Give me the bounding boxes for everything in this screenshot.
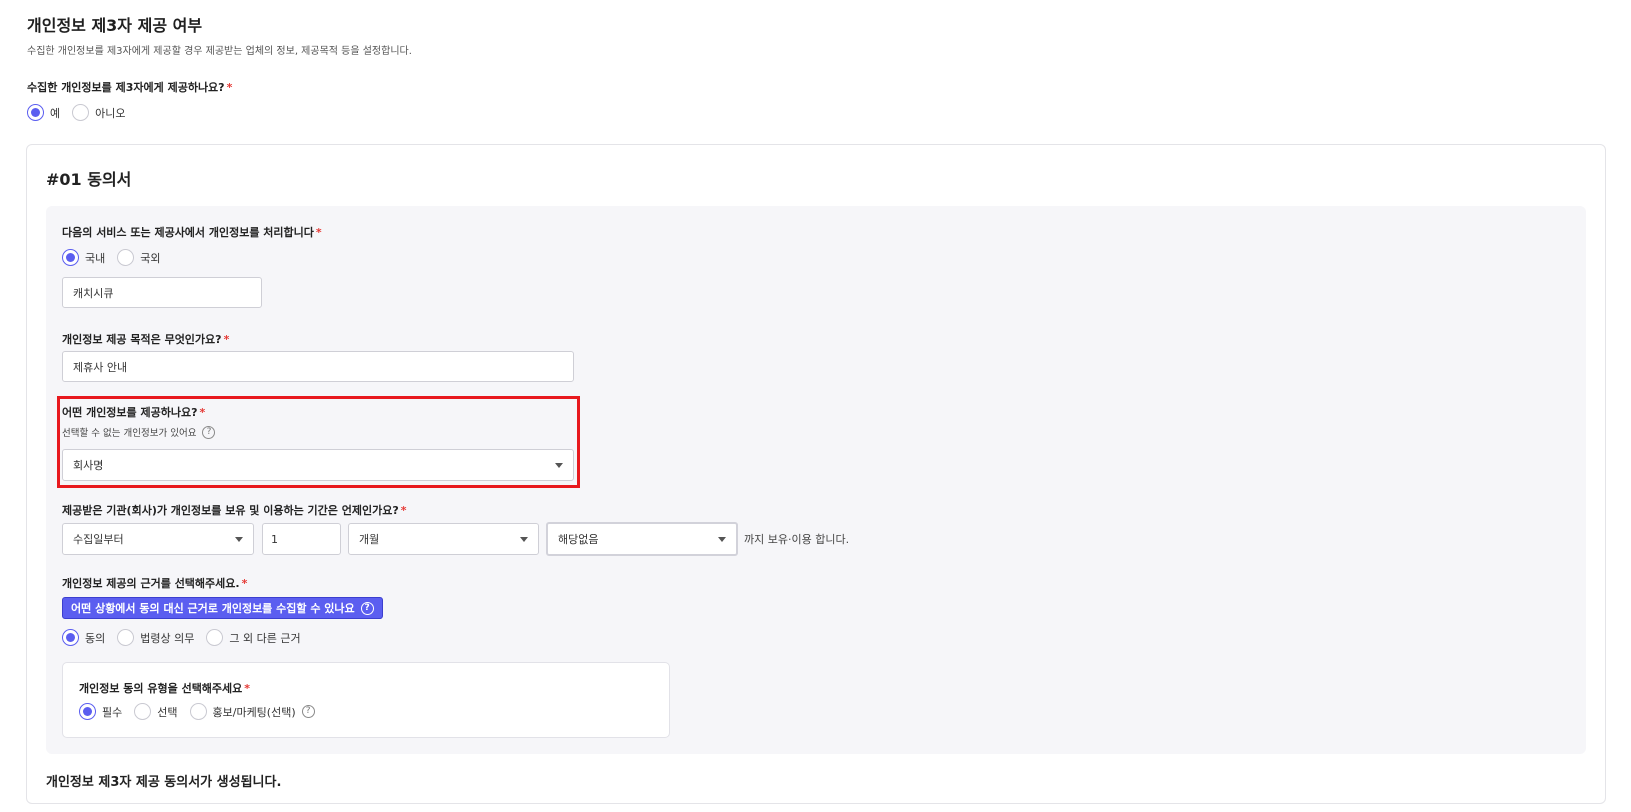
radio-overseas-label[interactable]: 국외	[140, 250, 160, 266]
radio-no-label[interactable]: 아니오	[95, 105, 125, 121]
items-label: 어떤 개인정보를 제공하나요? *	[62, 404, 205, 420]
chevron-down-icon	[555, 462, 563, 468]
items-label-text: 어떤 개인정보를 제공하나요?	[62, 406, 198, 419]
items-hint: 선택할 수 없는 개인정보가 있어요 ?	[62, 425, 216, 439]
retention-start-value: 수집일부터	[73, 533, 124, 546]
consent-type-label: 개인정보 동의 유형을 선택해주세요 *	[79, 680, 250, 696]
radio-legal-duty-label[interactable]: 법령상 의무	[140, 630, 194, 646]
retention-start-select[interactable]: 수집일부터	[62, 523, 254, 555]
help-icon: ?	[360, 601, 374, 615]
provide-question-text: 수집한 개인정보를 제3자에게 제공하나요?	[27, 81, 225, 94]
radio-yes[interactable]	[27, 104, 44, 121]
required-mark: *	[315, 226, 322, 239]
required-mark: *	[400, 504, 407, 517]
required-mark: *	[244, 682, 251, 695]
radio-other-basis[interactable]	[206, 629, 224, 646]
provide-radio-group: 예 아니오	[27, 104, 138, 121]
radio-consent-label[interactable]: 동의	[85, 630, 105, 646]
items-select-value: 회사명	[73, 459, 104, 472]
provide-question-label: 수집한 개인정보를 제3자에게 제공하나요? *	[27, 79, 232, 95]
help-icon[interactable]: ?	[301, 705, 315, 718]
retention-suffix: 까지 보유·이용 합니다.	[744, 533, 850, 546]
purpose-input[interactable]: 제휴사 안내	[62, 351, 574, 382]
required-mark: *	[226, 81, 233, 94]
chevron-down-icon	[235, 536, 243, 542]
section-title: 개인정보 제3자 제공 여부	[27, 16, 203, 35]
basis-label-text: 개인정보 제공의 근거를 선택해주세요.	[62, 577, 240, 590]
consent-type-label-text: 개인정보 동의 유형을 선택해주세요	[79, 682, 243, 695]
items-hint-text: 선택할 수 없는 개인정보가 있어요	[62, 428, 197, 439]
help-icon[interactable]: ?	[202, 425, 216, 439]
radio-marketing[interactable]	[189, 703, 207, 720]
section-description: 수집한 개인정보를 제3자에게 제공할 경우 제공받는 업체의 정보, 제공목적…	[27, 46, 412, 57]
radio-required[interactable]	[79, 703, 96, 720]
retention-unit-value: 개월	[359, 533, 380, 546]
radio-marketing-label[interactable]: 홍보/마케팅(선택)	[213, 704, 296, 720]
consent-type-card	[62, 662, 670, 738]
radio-legal-duty[interactable]	[117, 629, 135, 646]
consent-title: #01 동의서	[46, 170, 132, 189]
chevron-down-icon	[718, 536, 726, 542]
basis-info-badge[interactable]: 어떤 상황에서 동의 대신 근거로 개인정보를 수집할 수 있나요 ?	[62, 597, 383, 619]
radio-optional-label[interactable]: 선택	[157, 704, 177, 720]
required-mark: *	[241, 577, 248, 590]
retention-unit-select[interactable]: 개월	[348, 523, 539, 555]
processor-label: 다음의 서비스 또는 제공사에서 개인정보를 처리합니다 *	[62, 224, 322, 240]
chevron-down-icon	[520, 536, 528, 542]
basis-info-text: 어떤 상황에서 동의 대신 근거로 개인정보를 수집할 수 있나요	[71, 602, 355, 615]
retention-extra-value: 해당없음	[558, 533, 599, 546]
footer-message: 개인정보 제3자 제공 동의서가 생성됩니다.	[46, 775, 282, 790]
radio-other-basis-label[interactable]: 그 외 다른 근거	[229, 630, 300, 646]
purpose-label: 개인정보 제공 목적은 무엇인가요? *	[62, 331, 229, 347]
radio-domestic[interactable]	[62, 249, 79, 266]
retention-extra-select[interactable]: 해당없음	[546, 522, 738, 556]
radio-consent[interactable]	[62, 629, 79, 646]
retention-amount-input[interactable]: 1	[262, 523, 341, 555]
radio-optional[interactable]	[134, 703, 152, 720]
radio-overseas[interactable]	[117, 249, 135, 266]
radio-yes-label[interactable]: 예	[50, 105, 60, 121]
purpose-label-text: 개인정보 제공 목적은 무엇인가요?	[62, 333, 222, 346]
radio-required-label[interactable]: 필수	[102, 704, 122, 720]
items-select[interactable]: 회사명	[62, 449, 574, 481]
basis-label: 개인정보 제공의 근거를 선택해주세요. *	[62, 575, 247, 591]
processor-name-input[interactable]: 캐치시큐	[62, 277, 262, 308]
radio-domestic-label[interactable]: 국내	[85, 250, 105, 266]
required-mark: *	[223, 333, 230, 346]
basis-radio-group: 동의 법령상 의무 그 외 다른 근거	[62, 629, 313, 646]
radio-no[interactable]	[72, 104, 90, 121]
retention-label-text: 제공받은 기관(회사)가 개인정보를 보유 및 이용하는 기간은 언제인가요?	[62, 504, 399, 517]
processor-label-text: 다음의 서비스 또는 제공사에서 개인정보를 처리합니다	[62, 226, 314, 239]
retention-label: 제공받은 기관(회사)가 개인정보를 보유 및 이용하는 기간은 언제인가요? *	[62, 502, 407, 518]
processor-radio-group: 국내 국외	[62, 249, 173, 266]
consent-type-radio-group: 필수 선택 홍보/마케팅(선택) ?	[79, 703, 315, 720]
required-mark: *	[199, 406, 206, 419]
